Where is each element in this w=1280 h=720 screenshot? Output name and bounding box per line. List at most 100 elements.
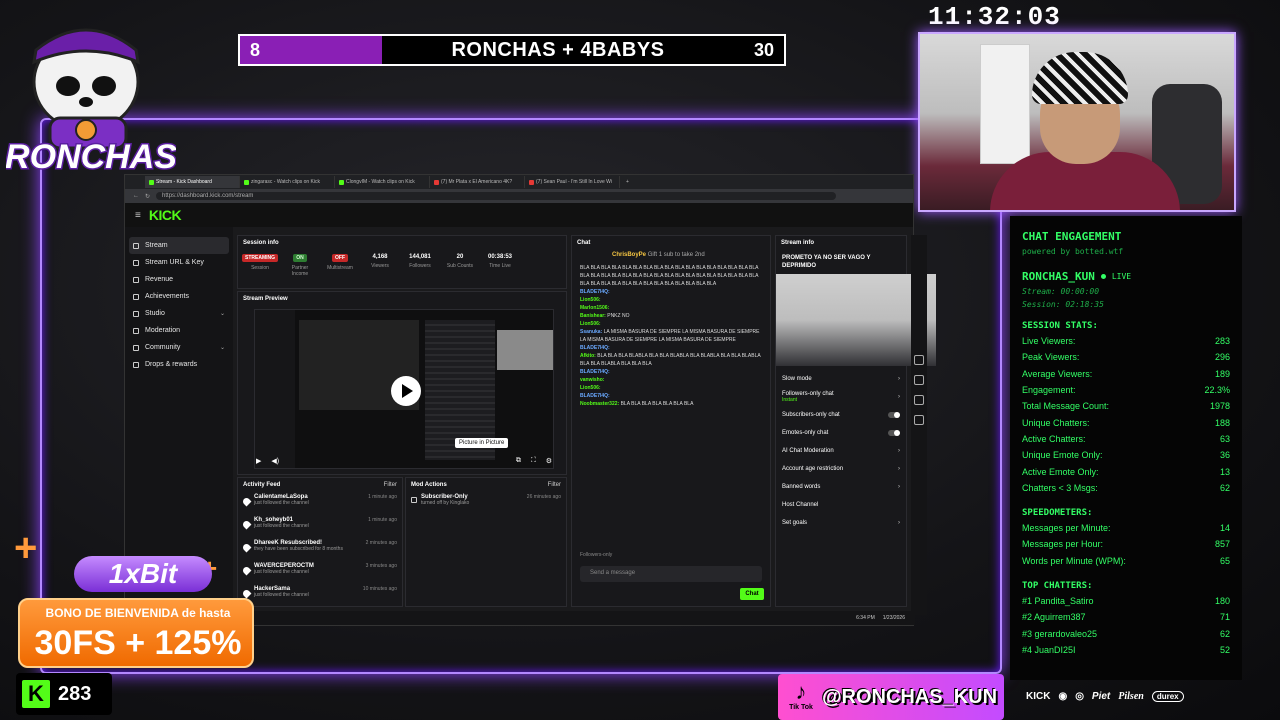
sidebar-item-stream-url-key[interactable]: Stream URL & Key bbox=[125, 254, 233, 271]
section-heading: TOP CHATTERS: bbox=[1022, 580, 1093, 591]
chat-line: Lion506: bbox=[580, 321, 601, 327]
stream-preview-title: Stream Preview bbox=[243, 296, 288, 302]
sidebar-item-community[interactable]: Community ⌄ bbox=[125, 339, 233, 356]
score-left: 8 bbox=[240, 36, 382, 64]
tab-mr-plata[interactable]: (7) Mr Plata x El Americano 4K? bbox=[430, 176, 525, 188]
setting-slow-mode[interactable]: Slow mode › bbox=[776, 370, 906, 388]
swap-tool-icon[interactable] bbox=[914, 375, 924, 385]
new-tab-icon[interactable]: + bbox=[620, 179, 629, 185]
session-stats: STREAMING Session ON Partner Income OFF Mul… bbox=[238, 250, 566, 281]
setting-followers-only[interactable]: Followers-only chat Instant › bbox=[776, 388, 906, 406]
pip-icon[interactable]: ⧉ bbox=[516, 457, 521, 465]
session-info-title: Session info bbox=[243, 240, 279, 246]
gift-icon bbox=[411, 497, 417, 503]
kick-brand[interactable]: KICK bbox=[149, 207, 182, 223]
sponsor-strip: KICK ◉ ◎ Piet Pilsen durex bbox=[1026, 686, 1246, 706]
chevron-right-icon: › bbox=[898, 466, 900, 472]
section-heading: SESSION STATS: bbox=[1022, 321, 1098, 331]
play-icon[interactable] bbox=[391, 376, 421, 406]
mod-actions-title: Mod Actions bbox=[411, 482, 447, 488]
settings-icon[interactable]: ⚙ bbox=[546, 457, 552, 465]
clock: 11:32:03 bbox=[928, 2, 1061, 32]
key-icon bbox=[133, 259, 139, 266]
play-small-icon[interactable]: ▶ bbox=[256, 457, 261, 465]
setting-ai-moderation[interactable]: AI Chat Moderation › bbox=[776, 442, 906, 460]
feed-item: Kh_soheyb01 just followed the channel 1 mi… bbox=[238, 515, 402, 538]
taskbar-date: 1/23/2026 bbox=[882, 615, 905, 621]
chat-messages: BLA BLA BLA BLA BLA BLA BLA BLA BLA BLA … bbox=[572, 260, 770, 560]
setting-set-goals[interactable]: Set goals › bbox=[776, 514, 906, 532]
gift-icon bbox=[133, 361, 139, 368]
chat-line: Ssanuka: LA MISMA BASURA DE SIEMPRE LA M… bbox=[580, 329, 760, 343]
layout-tool-icon[interactable] bbox=[914, 395, 924, 405]
stat-row: Chatters < 3 Msgs: 62 bbox=[1022, 482, 1230, 493]
tab-clongvim[interactable]: ClongvIM - Watch clips on Kick bbox=[335, 176, 430, 188]
promo-offer-box: BONO DE BIENVENIDA de hasta 30FS + 125% bbox=[18, 598, 254, 668]
address-bar-row: ← ↻ https://dashboard.kick.com/stream bbox=[125, 189, 913, 203]
sidebar-item-achievements[interactable]: Achievements bbox=[125, 288, 233, 305]
engagement-user: RONCHAS_KUN LIVE bbox=[1022, 270, 1132, 283]
feed-item: HackerSama just followed the channel 10 mi… bbox=[238, 584, 402, 607]
stream-preview-video[interactable]: Picture in Picture bbox=[254, 309, 554, 469]
tab-sean-paul[interactable]: (7) Sean Paul - I'm Still In Love Wi bbox=[525, 176, 620, 188]
pinned-message: ChrisBoyPe Gift 1 sub to take 2nd bbox=[612, 252, 705, 258]
setting-host-channel[interactable]: Host Channel bbox=[776, 496, 906, 514]
chat-line: BLADE7I4Q: bbox=[580, 393, 610, 399]
tab-kick-dashboard[interactable]: Stream - Kick Dashboard bbox=[145, 176, 240, 188]
stream-info-panel: Stream info PROMETO YA NO SER VAGO Y DEP… bbox=[775, 235, 936, 607]
chat-panel: Chat ChrisBoyPe Gift 1 sub to take 2nd B… bbox=[571, 235, 771, 607]
setting-subscribers-only[interactable]: Subscribers-only chat bbox=[776, 406, 906, 424]
tiktok-handle-banner: ♪ Tik Tok @RONCHAS_KUN bbox=[778, 674, 1004, 720]
right-tool-rail bbox=[911, 235, 927, 615]
scoreboard-title: RONCHAS + 4BABYS bbox=[451, 38, 665, 61]
chat-line: Lion506: bbox=[580, 297, 601, 303]
chat-line: Afkito: BLA BLA BLA BLABLA BLA BLA BLABL… bbox=[580, 353, 761, 367]
chat-line: BLADE7I4Q: bbox=[580, 369, 610, 375]
toggle-switch bbox=[888, 430, 900, 436]
menu-icon[interactable]: ≡ bbox=[135, 210, 141, 221]
setting-banned-words[interactable]: Banned words › bbox=[776, 478, 906, 496]
stat-row: Total Message Count: 1978 bbox=[1022, 401, 1230, 412]
chat-input[interactable]: Send a message bbox=[580, 566, 762, 582]
mod-actions-panel: Mod Actions Filter Subscriber-Only turned … bbox=[405, 477, 567, 607]
sidebar-item-revenue[interactable]: Revenue bbox=[125, 271, 233, 288]
back-icon[interactable]: ← bbox=[133, 193, 139, 199]
setting-emotes-only[interactable]: Emotes-only chat bbox=[776, 424, 906, 442]
toggle-switch bbox=[888, 412, 900, 418]
sidebar-item-drops-rewards[interactable]: Drops & rewards bbox=[125, 356, 233, 373]
sidebar-item-moderation[interactable]: Moderation bbox=[125, 322, 233, 339]
filter-button[interactable]: Filter bbox=[384, 482, 397, 488]
chat-send-button[interactable]: Chat bbox=[740, 588, 764, 600]
url-field[interactable]: https://dashboard.kick.com/stream bbox=[156, 192, 837, 200]
score-right: 30 bbox=[753, 39, 774, 60]
sidebar-item-studio[interactable]: Studio ⌄ bbox=[125, 305, 233, 322]
pip-tooltip: Picture in Picture bbox=[455, 438, 509, 448]
stream-icon bbox=[133, 242, 139, 249]
off-badge: OFF bbox=[332, 254, 348, 262]
chat-line: BLADE7I4Q: bbox=[580, 345, 610, 351]
stat-viewers: 4,168 Viewers bbox=[371, 254, 389, 269]
stat-row: Messages per Hour: 857 bbox=[1022, 539, 1230, 550]
instagram-icon: ◎ bbox=[1075, 690, 1084, 702]
sidebar-item-stream[interactable]: Stream bbox=[129, 237, 229, 254]
chat-line: vanwisho: bbox=[580, 377, 605, 383]
chat-line: Marlon1506: bbox=[580, 305, 610, 311]
fullscreen-icon[interactable]: ⛶ bbox=[531, 457, 536, 465]
panel-header: Activity Feed Filter bbox=[238, 478, 402, 492]
tab-zingarasc[interactable]: zingarasc - Watch clips on Kick bbox=[240, 176, 335, 188]
kick-header: ≡ KICK bbox=[125, 203, 913, 227]
stat-time-live: 00:38:53 Time Live bbox=[487, 254, 513, 269]
stat-row: #3 gerardovaleo25 62 bbox=[1022, 628, 1230, 639]
kick-favicon-icon bbox=[244, 179, 249, 185]
wrench-tool-icon[interactable] bbox=[914, 415, 924, 425]
stat-row: Engagement: 22.3% bbox=[1022, 385, 1230, 396]
reload-icon[interactable]: ↻ bbox=[145, 193, 150, 200]
video-controls: ▶ ◀) ⧉ ⛶ ⚙ bbox=[256, 456, 552, 466]
volume-icon[interactable]: ◀) bbox=[271, 457, 279, 465]
stat-row: Unique Emote Only: 36 bbox=[1022, 450, 1230, 461]
filter-button[interactable]: Filter bbox=[548, 482, 561, 488]
panel-header: Stream info bbox=[776, 236, 906, 250]
setting-account-age[interactable]: Account age restriction › bbox=[776, 460, 906, 478]
youtube-favicon-icon bbox=[529, 179, 534, 185]
chat-tool-icon[interactable] bbox=[914, 355, 924, 365]
